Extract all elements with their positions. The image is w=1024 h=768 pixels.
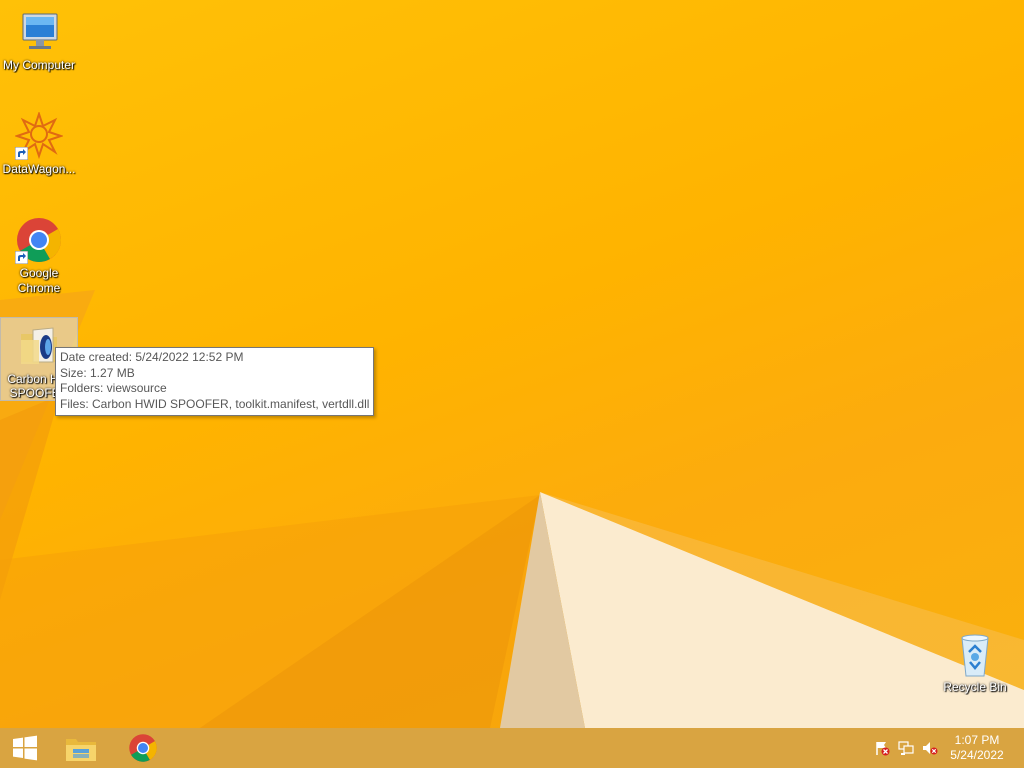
network-icon [898, 741, 914, 755]
desktop-icon-label: My Computer [2, 58, 76, 72]
tray-action-center[interactable] [872, 728, 892, 768]
start-button[interactable] [0, 728, 50, 768]
tooltip-size: Size: 1.27 MB [60, 365, 135, 380]
desktop-icon-label: DataWagon... [2, 162, 76, 176]
desktop-icon-google-chrome[interactable]: Google Chrome [0, 216, 78, 296]
computer-icon [15, 8, 63, 56]
windows-logo-icon [13, 735, 37, 761]
chrome-icon [129, 734, 157, 762]
clock-date: 5/24/2022 [950, 748, 1004, 762]
tray-network[interactable] [896, 728, 916, 768]
desktop-icon-recycle-bin[interactable]: Recycle Bin [936, 630, 1014, 695]
recycle-bin-icon [951, 630, 999, 678]
taskbar-file-explorer[interactable] [56, 728, 106, 768]
file-explorer-icon [66, 739, 96, 761]
shortcut-arrow-icon [15, 251, 28, 264]
tray-volume[interactable] [920, 728, 940, 768]
desktop-icon-label: Google Chrome [17, 266, 61, 295]
chrome-icon [15, 216, 63, 264]
tooltip-date-created: Date created: 5/24/2022 12:52 PM [60, 350, 244, 364]
tooltip-files: Files: Carbon HWID SPOOFER, toolkit.mani… [60, 396, 370, 411]
desktop-icon-datawagon[interactable]: DataWagon... [0, 110, 78, 177]
action-center-flag-icon [876, 742, 890, 756]
shortcut-arrow-icon [15, 147, 28, 160]
desktop-icon-my-computer[interactable]: My Computer [0, 8, 78, 73]
datawagon-icon [13, 110, 65, 160]
desktop[interactable]: My Computer DataWagon... Google Chrome C… [0, 0, 1024, 728]
taskbar-google-chrome[interactable] [118, 728, 168, 768]
taskbar: 1:07 PM 5/24/2022 [0, 728, 1024, 768]
clock-time: 1:07 PM [954, 733, 1000, 747]
desktop-icon-label: Recycle Bin [943, 680, 1007, 694]
taskbar-clock[interactable]: 1:07 PM 5/24/2022 [942, 733, 1012, 763]
volume-muted-icon [923, 742, 938, 755]
tooltip-folders: Folders: viewsource [60, 381, 167, 395]
folder-info-tooltip: Date created: 5/24/2022 12:52 PM Size: 1… [55, 347, 375, 416]
